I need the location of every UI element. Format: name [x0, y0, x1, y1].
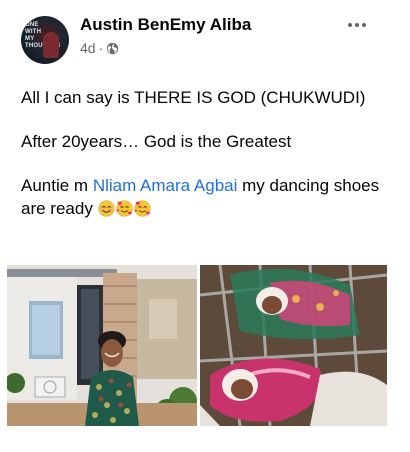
- paragraph-3-prefix: Auntie m: [21, 176, 93, 195]
- photo-twins-illustration: [200, 265, 387, 426]
- post-paragraph-1: All I can say is THERE IS GOD (CHUKWUDI): [21, 88, 366, 107]
- meta-separator: ·: [98, 40, 104, 56]
- photo-woman-outside-house[interactable]: [7, 265, 197, 426]
- post-text: All I can say is THERE IS GOD (CHUKWUDI)…: [21, 86, 391, 241]
- author-name[interactable]: Austin BenEmy Aliba: [80, 15, 251, 35]
- facebook-post: ONEWITHMYTHOUGHTS Austin BenEmy Aliba 4d…: [0, 0, 410, 452]
- mention-link[interactable]: Nliam Amara Agbai: [93, 176, 238, 195]
- post-paragraph-3: Auntie m Nliam Amara Agbai my dancing sh…: [21, 174, 391, 220]
- avatar-figure: [43, 32, 59, 58]
- photo-newborn-twins-in-crib[interactable]: [200, 265, 387, 426]
- photo-woman-illustration: [7, 265, 197, 426]
- photo-grid: [7, 265, 387, 426]
- globe-icon[interactable]: [106, 42, 119, 55]
- smiling-face-with-hearts-icon: [115, 200, 133, 217]
- smiling-face-with-hearts-icon: [133, 200, 151, 217]
- post-meta: 4d ·: [80, 40, 119, 56]
- post-time[interactable]: 4d: [80, 40, 96, 56]
- more-options-icon[interactable]: [345, 18, 369, 32]
- post-paragraph-2: After 20years… God is the Greatest: [21, 132, 292, 151]
- avatar[interactable]: ONEWITHMYTHOUGHTS: [21, 16, 69, 64]
- smiling-face-with-smiling-eyes-icon: [97, 200, 115, 217]
